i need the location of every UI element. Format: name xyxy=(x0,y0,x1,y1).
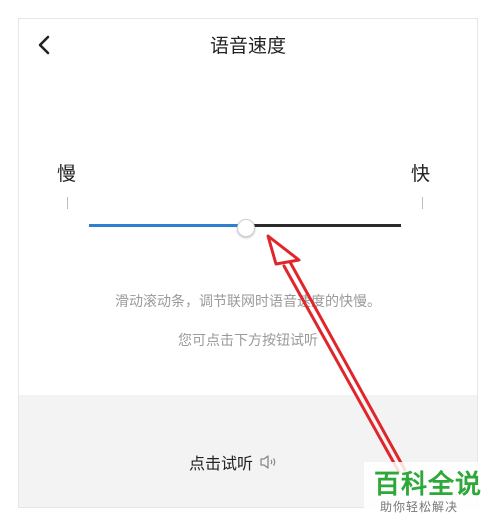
watermark-subtitle: 助你轻松解决 xyxy=(380,500,459,514)
arrow-head xyxy=(266,234,301,266)
arrow-shaft xyxy=(288,260,407,472)
arrow-shaft-edge xyxy=(282,264,401,474)
watermark-logo: 百科全说 助你轻松解决 xyxy=(364,462,486,520)
watermark-title: 百科全说 xyxy=(374,470,483,500)
annotation-arrow xyxy=(266,234,407,474)
